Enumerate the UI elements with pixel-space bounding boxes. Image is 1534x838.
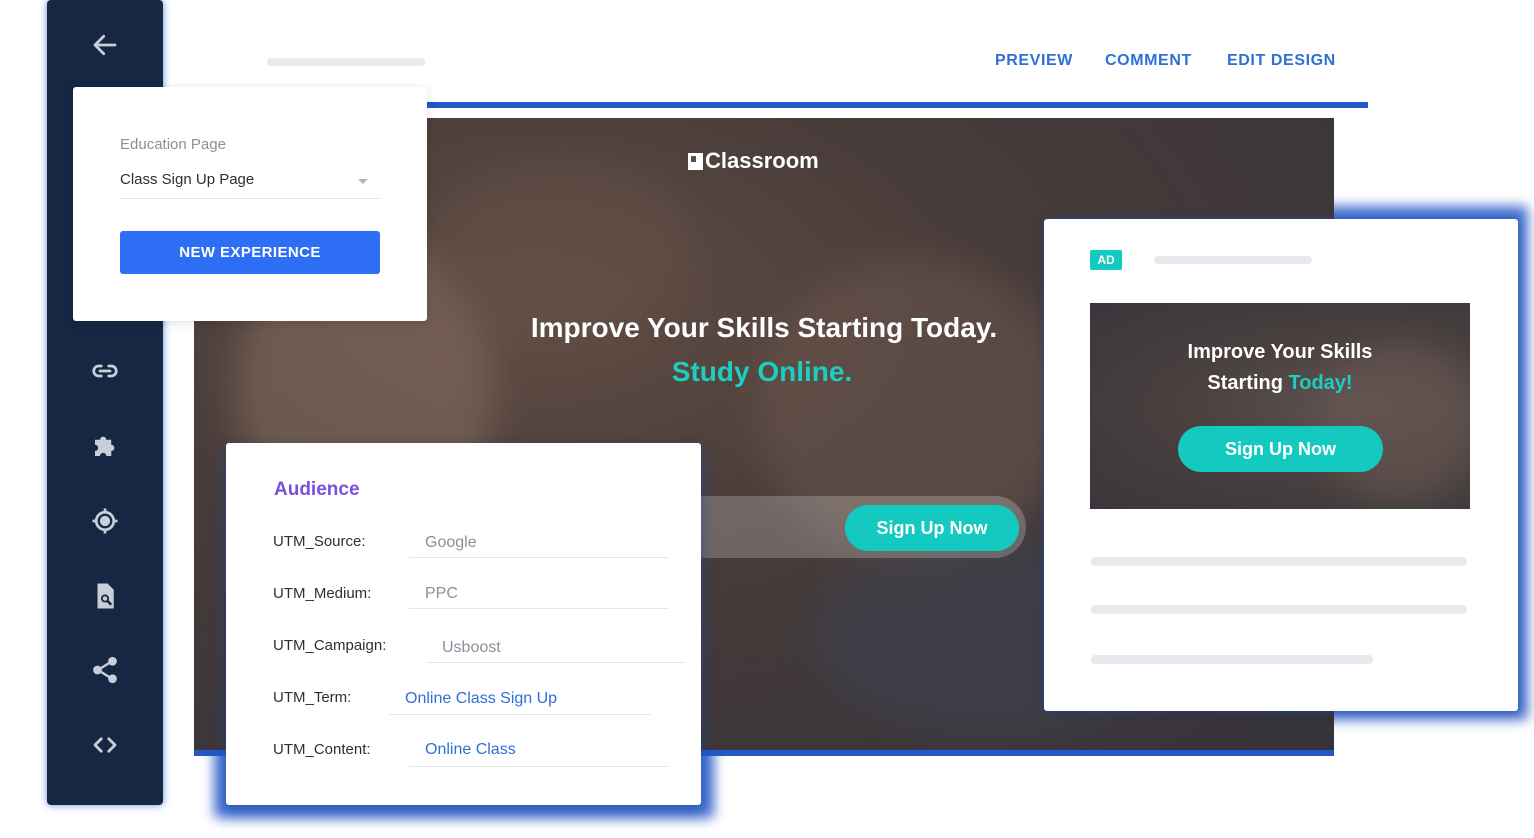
- link-icon[interactable]: [83, 349, 127, 393]
- puzzle-icon[interactable]: [83, 424, 127, 468]
- utm-term-field[interactable]: Online Class Sign Up: [389, 685, 651, 715]
- text-placeholder: [1091, 655, 1373, 664]
- utm-medium-field[interactable]: PPC: [409, 579, 669, 609]
- page-group-label: Education Page: [120, 136, 226, 153]
- new-experience-button[interactable]: NEW EXPERIENCE: [120, 231, 380, 274]
- page-select-value: Class Sign Up Page: [120, 171, 255, 188]
- book-icon: [688, 152, 703, 170]
- target-icon[interactable]: [83, 499, 127, 543]
- utm-campaign-value: Usboost: [442, 639, 501, 656]
- ad-sign-up-button[interactable]: Sign Up Now: [1178, 426, 1383, 472]
- ad-subheadline-accent: Today!: [1288, 372, 1353, 394]
- sign-up-button[interactable]: Sign Up Now: [845, 505, 1019, 551]
- audience-title: Audience: [274, 479, 360, 500]
- ad-badge: AD: [1090, 250, 1122, 270]
- code-icon[interactable]: [83, 723, 127, 767]
- brand-name: Classroom: [705, 148, 819, 173]
- utm-term-label: UTM_Term:: [273, 689, 352, 706]
- utm-content-field[interactable]: Online Class: [409, 737, 669, 767]
- utm-content-label: UTM_Content:: [273, 741, 371, 758]
- audience-panel: Audience UTM_Source: Google UTM_Medium: …: [226, 443, 701, 805]
- utm-medium-value: PPC: [425, 585, 458, 602]
- edit-design-tab[interactable]: EDIT DESIGN: [1227, 52, 1336, 70]
- utm-term-value: Online Class Sign Up: [405, 690, 558, 707]
- comment-tab[interactable]: COMMENT: [1105, 52, 1192, 70]
- page-search-icon[interactable]: [83, 574, 127, 618]
- utm-campaign-field[interactable]: Usboost: [426, 633, 686, 663]
- ad-title-placeholder: [1154, 256, 1312, 264]
- utm-source-value: Google: [425, 534, 477, 551]
- share-icon[interactable]: [83, 648, 127, 692]
- utm-medium-label: UTM_Medium:: [273, 585, 372, 602]
- preview-tab[interactable]: PREVIEW: [995, 52, 1073, 70]
- back-arrow-icon[interactable]: [83, 23, 127, 67]
- ad-card: AD Improve Your Skills Starting Today! S…: [1044, 219, 1518, 711]
- ad-subheadline-prefix: Starting: [1207, 372, 1289, 394]
- text-placeholder: [1091, 605, 1467, 614]
- experience-panel: Education Page Class Sign Up Page NEW EX…: [73, 87, 427, 321]
- utm-content-value: Online Class: [425, 741, 516, 758]
- brand-logo: Classroom: [688, 148, 819, 174]
- chevron-down-icon: [358, 179, 368, 184]
- text-placeholder: [1091, 557, 1467, 566]
- page-select[interactable]: Class Sign Up Page: [120, 171, 380, 199]
- utm-campaign-label: UTM_Campaign:: [273, 637, 387, 654]
- utm-source-label: UTM_Source:: [273, 533, 366, 550]
- ad-headline: Improve Your Skills: [1187, 341, 1373, 363]
- ad-image[interactable]: Improve Your Skills Starting Today! Sign…: [1090, 303, 1470, 509]
- utm-source-field[interactable]: Google: [409, 528, 669, 558]
- title-placeholder: [267, 58, 425, 66]
- ad-subheadline: Starting Today!: [1090, 372, 1470, 395]
